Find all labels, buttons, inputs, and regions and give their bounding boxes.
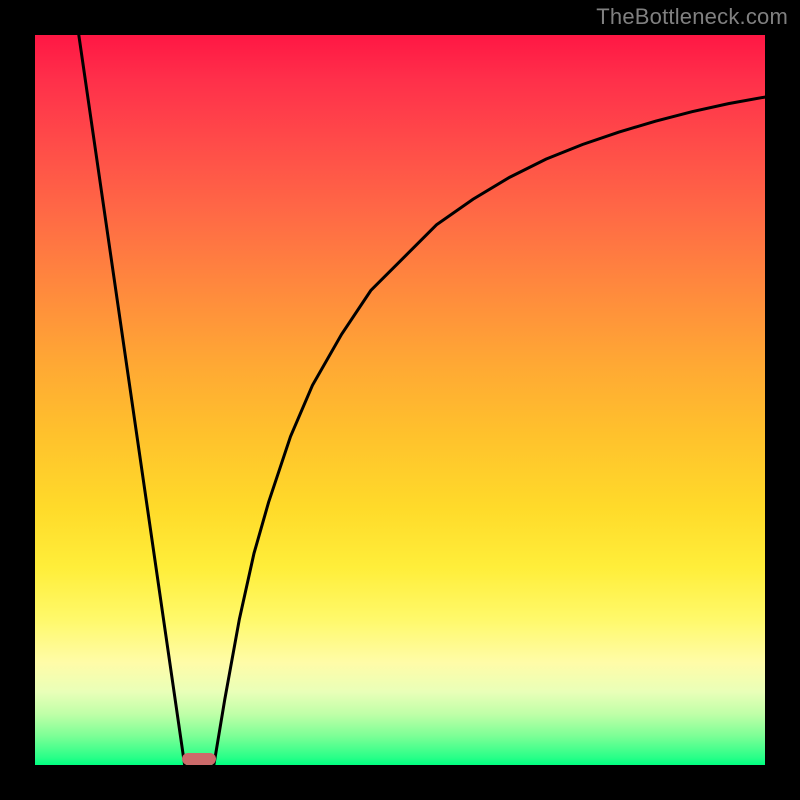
- right-curve-line: [214, 97, 765, 765]
- left-descent-line: [79, 35, 185, 765]
- bottleneck-marker: [182, 753, 216, 765]
- watermark-text: TheBottleneck.com: [596, 4, 788, 30]
- curve-layer: [35, 35, 765, 765]
- plot-area: [35, 35, 765, 765]
- chart-frame: TheBottleneck.com: [0, 0, 800, 800]
